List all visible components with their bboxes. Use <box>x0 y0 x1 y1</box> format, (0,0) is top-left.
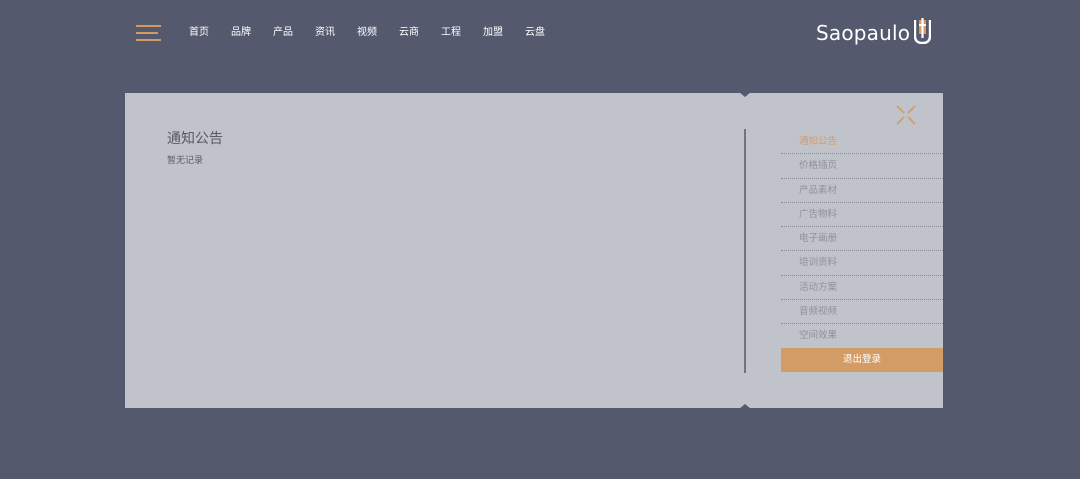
side-item-campaign-plans[interactable]: 活动方案 <box>781 276 943 301</box>
side-item-training-materials[interactable]: 培训资料 <box>781 251 943 276</box>
logo[interactable]: Saopaulo <box>816 18 932 48</box>
nav-item-video[interactable]: 视频 <box>357 25 377 41</box>
menu-icon[interactable] <box>136 25 161 41</box>
side-item-product-materials[interactable]: 产品素材 <box>781 179 943 203</box>
logo-text: Saopaulo <box>816 21 911 45</box>
logout-button[interactable]: 退出登录 <box>781 347 943 372</box>
close-icon[interactable] <box>896 105 916 125</box>
nav-item-brand[interactable]: 品牌 <box>231 25 251 41</box>
side-menu: 通知公告 价格插页 产品素材 广告物料 电子画册 培训资料 活动方案 音频视频 … <box>781 130 943 372</box>
panel-divider <box>744 129 746 373</box>
side-item-price-inserts[interactable]: 价格插页 <box>781 154 943 179</box>
logo-mark-icon <box>914 18 932 48</box>
side-item-space-effects[interactable]: 空间效果 <box>781 324 943 347</box>
nav-item-home[interactable]: 首页 <box>189 25 209 41</box>
side-item-notices[interactable]: 通知公告 <box>781 130 943 155</box>
nav-item-engineering[interactable]: 工程 <box>441 25 461 41</box>
side-item-e-brochure[interactable]: 电子画册 <box>781 227 943 252</box>
content-title: 通知公告 <box>167 131 223 147</box>
nav-item-cloud-drive[interactable]: 云盘 <box>525 25 545 41</box>
side-item-ad-materials[interactable]: 广告物料 <box>781 203 943 228</box>
main-nav: 首页 品牌 产品 资讯 视频 云商 工程 加盟 云盘 <box>189 25 567 41</box>
nav-item-cloud-shop[interactable]: 云商 <box>399 25 419 41</box>
notice-panel: 通知公告 暂无记录 通知公告 价格插页 产品素材 广告物料 电子画册 培训资料 … <box>125 92 943 409</box>
nav-item-franchise[interactable]: 加盟 <box>483 25 503 41</box>
panel-notch-bottom <box>739 404 751 409</box>
nav-item-news[interactable]: 资讯 <box>315 25 335 41</box>
nav-item-products[interactable]: 产品 <box>273 25 293 41</box>
panel-notch-top <box>739 92 751 97</box>
empty-state-text: 暂无记录 <box>167 156 204 166</box>
side-item-audio-video[interactable]: 音频视频 <box>781 300 943 325</box>
